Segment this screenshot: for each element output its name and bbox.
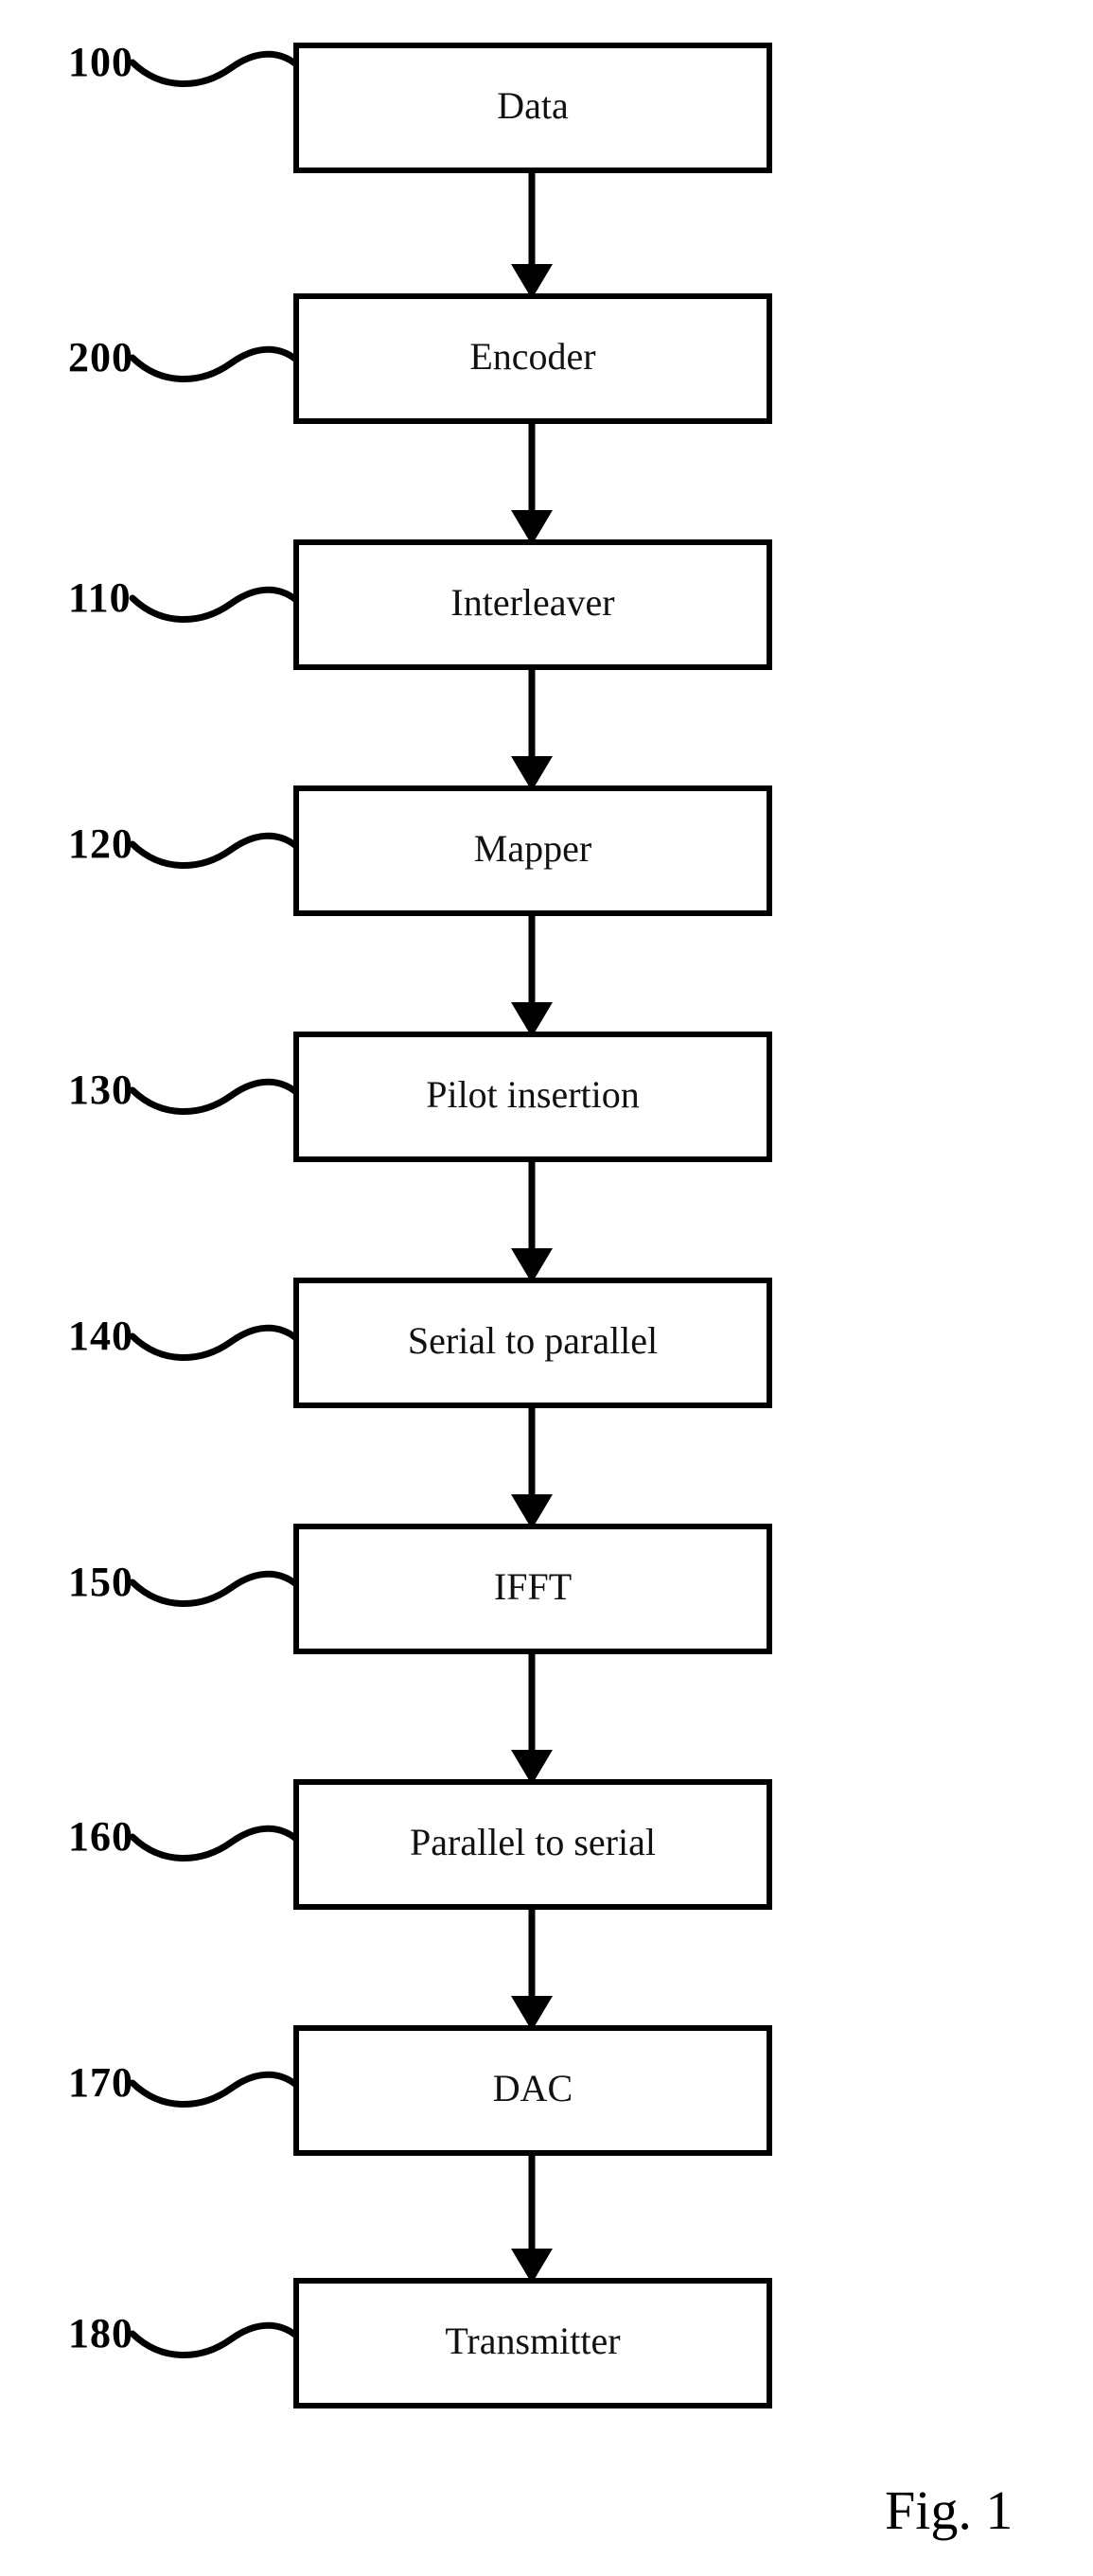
reference-numeral-110: 110 [68,574,132,621]
reference-numeral-160: 160 [68,1813,133,1860]
reference-numeral-120: 120 [68,820,133,867]
leader-squiggle-130 [129,1078,300,1115]
reference-numeral-130: 130 [68,1067,133,1113]
flow-arrow-encoder-to-interleaver [511,421,553,545]
process-box-interleaver: Interleaver [293,539,772,670]
reference-numeral-170: 170 [68,2059,133,2106]
leader-squiggle-200 [129,345,300,382]
reference-numeral-100: 100 [68,39,133,85]
process-box-encoder: Encoder [293,293,772,424]
leader-squiggle-150 [129,1570,300,1607]
process-box-serial-to-parallel: Serial to parallel [293,1278,772,1408]
figure-caption: Fig. 1 [885,2479,1013,2541]
flow-arrow-dac-to-transmitter [511,2153,553,2284]
process-box-data: Data [293,43,772,173]
flow-arrow-group [511,170,553,2284]
box-label-parallel-to-serial: Parallel to serial [410,1821,656,1863]
process-box-parallel-to-serial: Parallel to serial [293,1779,772,1910]
box-label-interleaver: Interleaver [450,581,614,624]
process-box-dac: DAC [293,2025,772,2156]
flow-arrow-mapper-to-pilot-insertion [511,913,553,1037]
process-box-transmitter: Transmitter [293,2278,772,2408]
leader-squiggle-170 [129,2071,300,2108]
reference-numeral-200: 200 [68,334,133,380]
leader-squiggle-100 [129,50,300,87]
reference-numeral-150: 150 [68,1559,133,1605]
box-label-data: Data [497,84,569,127]
leader-squiggle-160 [129,1825,300,1861]
leader-squiggle-110 [129,586,300,623]
flow-arrow-pilot-insertion-to-serial-to-parallel [511,1159,553,1283]
flow-arrow-serial-to-parallel-to-ifft [511,1405,553,1529]
process-box-ifft: IFFT [293,1524,772,1654]
reference-numeral-180: 180 [68,2310,133,2356]
process-box-pilot-insertion: Pilot insertion [293,1032,772,1162]
patent-figure-page: Data Encoder Interleaver Mapper Pilot insert… [0,0,1093,2576]
flow-arrow-parallel-to-serial-to-dac [511,1907,553,2031]
leader-line-group [129,50,300,2358]
flow-arrow-interleaver-to-mapper [511,667,553,791]
box-label-serial-to-parallel: Serial to parallel [408,1319,658,1362]
box-label-mapper: Mapper [474,827,591,870]
leader-squiggle-140 [129,1324,300,1361]
flow-arrow-ifft-to-parallel-to-serial [511,1651,553,1785]
leader-squiggle-180 [129,2321,300,2358]
process-box-mapper: Mapper [293,785,772,916]
box-label-pilot-insertion: Pilot insertion [426,1073,640,1116]
box-label-encoder: Encoder [469,335,595,378]
box-label-dac: DAC [493,2067,573,2109]
box-label-ifft: IFFT [494,1565,572,1608]
reference-numeral-group: 100 200 110 120 130 140 150 160 170 180 [68,39,133,2356]
flow-arrow-data-to-encoder [511,170,553,299]
reference-numeral-140: 140 [68,1313,133,1359]
box-label-transmitter: Transmitter [445,2320,620,2362]
leader-squiggle-120 [129,832,300,869]
flowchart-diagram: Data Encoder Interleaver Mapper Pilot insert… [68,39,1013,2541]
